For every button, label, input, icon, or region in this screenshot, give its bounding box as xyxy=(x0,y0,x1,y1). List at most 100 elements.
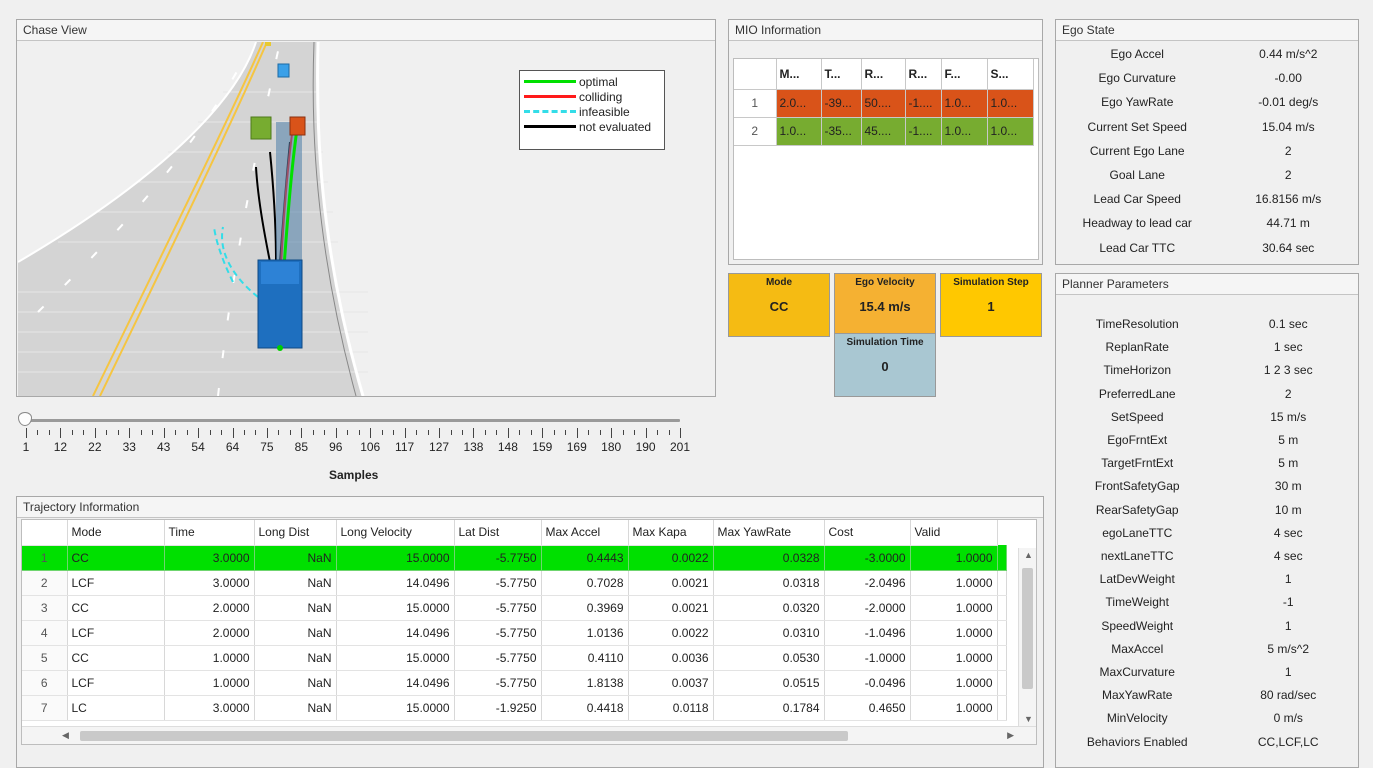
mode-tile: Mode CC xyxy=(728,273,830,337)
parameter-row: MaxCurvature 1 xyxy=(1056,665,1358,679)
row-index: 3 xyxy=(22,595,68,621)
cell-mode: CC xyxy=(67,595,165,621)
parameter-row: Behaviors Enabled CC,LCF,LC xyxy=(1056,735,1358,749)
mio-header-col[interactable]: S... xyxy=(987,59,1034,90)
mio-header-col[interactable]: R... xyxy=(905,59,942,90)
parameter-name: TargetFrntExt xyxy=(1101,456,1174,471)
legend-entry-colliding: colliding xyxy=(524,89,660,104)
slider-minor-tick xyxy=(140,430,142,435)
parameter-name: Goal Lane xyxy=(1109,168,1165,182)
parameter-row: Ego Curvature -0.00 xyxy=(1056,71,1358,85)
mode-value: CC xyxy=(769,299,789,314)
mio-header-col[interactable]: M... xyxy=(776,59,822,90)
parameter-value: 1 xyxy=(1284,665,1292,679)
cell-mode: CC xyxy=(67,645,165,671)
parameter-row: Lead Car Speed 16.8156 m/s xyxy=(1056,192,1358,206)
simulation-time-tile: Simulation Time 0 xyxy=(834,333,936,397)
trajectory-row[interactable]: 7 LC 3.0000 NaN 15.0000 -1.9250 0.4418 0.0118 0.… xyxy=(22,695,1007,721)
slider-minor-tick xyxy=(60,428,62,438)
slider-tick-label: 33 xyxy=(122,440,136,454)
cell-cost: -0.0496 xyxy=(824,670,911,696)
vertical-scroll-thumb[interactable] xyxy=(1022,568,1033,689)
trajectory-row[interactable]: 4 LCF 2.0000 NaN 14.0496 -5.7750 1.0136 0.0022 0… xyxy=(22,620,1007,646)
slider-minor-tick xyxy=(186,430,188,435)
parameter-value: 2 xyxy=(1284,386,1292,401)
slider-minor-tick xyxy=(312,430,314,435)
cell-long-vel: 14.0496 xyxy=(336,620,455,646)
cell-time: 2.0000 xyxy=(164,595,255,621)
slider-tick-label: 12 xyxy=(53,440,68,454)
trajectory-vertical-scrollbar[interactable]: ▲ ▼ xyxy=(1018,548,1036,726)
trajectory-table[interactable]: Mode Time Long Dist Long Velocity Lat Di… xyxy=(21,519,1037,745)
scroll-up-icon[interactable]: ▲ xyxy=(1024,550,1033,560)
slider-minor-tick xyxy=(680,428,681,438)
header-time[interactable]: Time xyxy=(164,520,255,546)
parameter-name: Current Set Speed xyxy=(1087,119,1187,134)
scroll-down-icon[interactable]: ▼ xyxy=(1024,714,1033,724)
header-max-kapa[interactable]: Max Kapa xyxy=(628,520,714,546)
mio-row[interactable]: 1 2.0... -39... 50.... -1.... 1.0... 1.0… xyxy=(734,89,1034,118)
slider-minor-tick xyxy=(175,430,177,435)
trajectory-row[interactable]: 3 CC 2.0000 NaN 15.0000 -5.7750 0.3969 0.0021 0.… xyxy=(22,595,1007,621)
parameter-name: Lead Car TTC xyxy=(1099,240,1176,255)
parameter-value: -1 xyxy=(1282,595,1294,610)
mio-header-col[interactable]: R... xyxy=(861,59,906,90)
header-long-velocity[interactable]: Long Velocity xyxy=(336,520,455,546)
slider-tick-label: 180 xyxy=(601,440,622,454)
mio-header-col[interactable]: T... xyxy=(821,59,862,90)
simulation-time-value: 0 xyxy=(881,359,889,374)
slider-track[interactable] xyxy=(26,419,680,422)
slider-tick-label: 106 xyxy=(360,440,381,454)
header-valid[interactable]: Valid xyxy=(910,520,998,546)
slider-minor-tick xyxy=(496,430,498,435)
row-index: 7 xyxy=(22,695,68,721)
parameter-value: CC,LCF,LC xyxy=(1257,734,1319,749)
header-long-dist[interactable]: Long Dist xyxy=(254,520,337,546)
parameter-value: 1 xyxy=(1284,572,1292,587)
horizontal-scroll-thumb[interactable] xyxy=(80,731,848,741)
slider-tick-label: 190 xyxy=(635,440,656,454)
trajectory-row[interactable]: 1 CC 3.0000 NaN 15.0000 -5.7750 0.4443 0.0022 0.… xyxy=(22,545,1007,571)
slider-thumb[interactable] xyxy=(18,412,32,426)
cell-max-kapa: 0.0022 xyxy=(628,545,714,571)
cell-padding xyxy=(997,645,1007,671)
header-max-yawrate[interactable]: Max YawRate xyxy=(713,520,825,546)
header-mode[interactable]: Mode xyxy=(67,520,165,546)
header-lat-dist[interactable]: Lat Dist xyxy=(454,520,542,546)
cell-padding xyxy=(997,670,1007,696)
trajectory-title: Trajectory Information xyxy=(17,497,1043,518)
cell-padding xyxy=(997,545,1007,571)
slider-minor-tick xyxy=(37,430,39,435)
cell-lat-dist: -5.7750 xyxy=(454,670,542,696)
parameter-row: TimeResolution 0.1 sec xyxy=(1056,317,1358,331)
vehicle-yellow-far xyxy=(265,42,271,46)
cell-valid: 1.0000 xyxy=(910,595,998,621)
trajectory-horizontal-scrollbar[interactable]: ◀ ▶ xyxy=(22,726,1036,744)
parameter-row: FrontSafetyGap 30 m xyxy=(1056,479,1358,493)
scroll-right-icon[interactable]: ▶ xyxy=(1007,730,1014,741)
parameter-row: MinVelocity 0 m/s xyxy=(1056,711,1358,725)
mio-table[interactable]: M... T... R... R... F... S... 1 2.0... -… xyxy=(733,58,1039,260)
cell-max-accel: 0.7028 xyxy=(541,570,629,596)
cell-max-kapa: 0.0036 xyxy=(628,645,714,671)
cell-mode: LCF xyxy=(67,670,165,696)
parameter-name: egoLaneTTC xyxy=(1102,525,1173,540)
trajectory-row[interactable]: 2 LCF 3.0000 NaN 14.0496 -5.7750 0.7028 0.0021 0… xyxy=(22,570,1007,596)
row-index: 5 xyxy=(22,645,68,671)
parameter-row: MaxAccel 5 m/s^2 xyxy=(1056,642,1358,656)
samples-slider[interactable]: 1 12 22 33 43 54 64 75 85 96 106 117 127 138 148 159 169… xyxy=(16,404,706,490)
header-max-accel[interactable]: Max Accel xyxy=(541,520,629,546)
parameter-value: 0 m/s xyxy=(1273,711,1303,726)
legend-entry-optimal: optimal xyxy=(524,74,660,89)
chase-view-legend: optimal colliding infeasible not evaluat… xyxy=(519,70,665,150)
header-cost[interactable]: Cost xyxy=(824,520,911,546)
chase-view-title: Chase View xyxy=(17,20,715,41)
mio-header-col[interactable]: F... xyxy=(941,59,988,90)
trajectory-row[interactable]: 5 CC 1.0000 NaN 15.0000 -5.7750 0.4110 0.0036 0.… xyxy=(22,645,1007,671)
cell-cost: -3.0000 xyxy=(824,545,911,571)
trajectory-row[interactable]: 6 LCF 1.0000 NaN 14.0496 -5.7750 1.8138 0.0037 0… xyxy=(22,670,1007,696)
cell-long-vel: 15.0000 xyxy=(336,595,455,621)
scroll-left-icon[interactable]: ◀ xyxy=(62,730,69,741)
mio-row[interactable]: 2 1.0... -35... 45.... -1.... 1.0... 1.0… xyxy=(734,117,1034,146)
slider-minor-tick xyxy=(599,430,601,435)
